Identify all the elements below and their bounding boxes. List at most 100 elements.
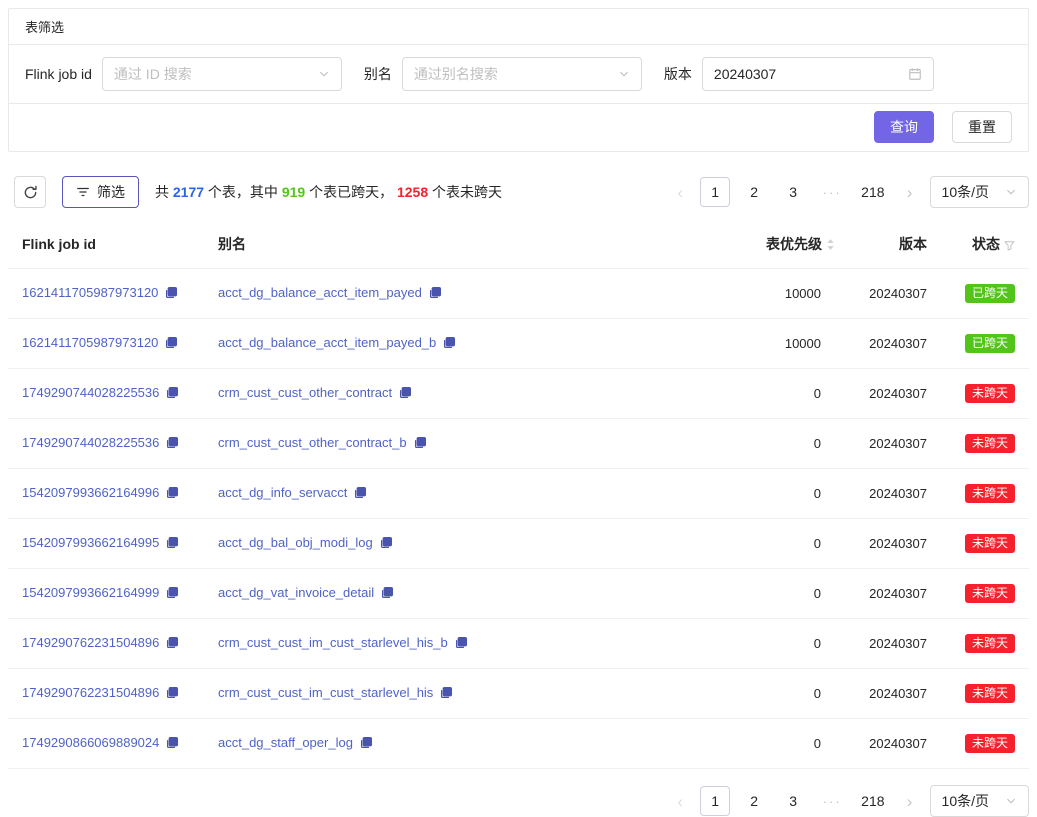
version-field: 版本 20240307 [664,57,934,91]
copy-job-id-button[interactable] [166,486,179,502]
col-header-job-id: Flink job id [8,220,204,269]
summary-text: 共 2177 个表，其中 919 个表已跨天， 1258 个表未跨天 [155,182,502,202]
pagination-page-2[interactable]: 2 [739,177,769,207]
table-row: 1749290762231504896 crm_cust_cust_im_cus… [8,669,1029,719]
copy-icon [166,736,179,749]
alias-select[interactable]: 通过别名搜索 [402,57,642,91]
copy-job-id-button[interactable] [166,736,179,752]
pagination-page-218[interactable]: 218 [856,177,889,207]
job-id-link[interactable]: 1621411705987973120 [22,335,158,350]
pagination-page-2[interactable]: 2 [739,786,769,816]
copy-alias-button[interactable] [399,386,412,402]
pagination-prev-icon[interactable]: ‹ [669,793,691,810]
col-header-priority-label: 表优先级 [766,236,822,252]
priority-cell: 0 [737,419,849,469]
copy-icon [165,336,178,349]
table-row: 1749290744028225536 crm_cust_cust_other_… [8,369,1029,419]
alias-cell: crm_cust_cust_other_contract_b [204,419,737,469]
sort-icon[interactable] [826,238,835,251]
table-row: 1749290762231504896 crm_cust_cust_im_cus… [8,619,1029,669]
priority-cell: 0 [737,369,849,419]
copy-job-id-button[interactable] [166,636,179,652]
alias-link[interactable]: acct_dg_balance_acct_item_payed [218,285,422,300]
job-id-link[interactable]: 1749290762231504896 [22,685,159,700]
copy-alias-button[interactable] [360,736,373,752]
alias-link[interactable]: crm_cust_cust_other_contract_b [218,435,407,450]
alias-link[interactable]: acct_dg_staff_oper_log [218,735,353,750]
alias-cell: crm_cust_cust_im_cust_starlevel_his_b [204,619,737,669]
col-header-job-id-label: Flink job id [22,236,96,252]
page-size-label: 10条/页 [942,791,989,811]
copy-alias-button[interactable] [414,436,427,452]
copy-job-id-button[interactable] [166,586,179,602]
version-cell: 20240307 [849,319,941,369]
copy-icon [166,586,179,599]
copy-job-id-button[interactable] [166,386,179,402]
copy-icon [455,636,468,649]
query-button[interactable]: 查询 [874,111,934,143]
reset-button[interactable]: 重置 [952,111,1012,143]
pagination-page-1[interactable]: 1 [700,786,730,816]
job-id-link[interactable]: 1542097993662164999 [22,585,159,600]
funnel-filter-icon[interactable] [1004,240,1015,251]
copy-job-id-button[interactable] [166,686,179,702]
copy-job-id-button[interactable] [166,536,179,552]
status-badge: 未跨天 [965,534,1015,553]
copy-alias-button[interactable] [443,336,456,352]
copy-alias-button[interactable] [455,636,468,652]
copy-alias-button[interactable] [354,486,367,502]
table-row: 1749290866069889024 acct_dg_staff_oper_l… [8,719,1029,769]
filter-panel-title: 表筛选 [9,9,1028,45]
copy-job-id-button[interactable] [165,336,178,352]
flink-job-id-select[interactable]: 通过 ID 搜索 [102,57,342,91]
alias-link[interactable]: acct_dg_bal_obj_modi_log [218,535,373,550]
copy-alias-button[interactable] [380,536,393,552]
page-size-select[interactable]: 10条/页 [930,785,1029,817]
job-id-link[interactable]: 1542097993662164995 [22,535,159,550]
copy-job-id-button[interactable] [166,436,179,452]
refresh-button[interactable] [14,176,46,208]
copy-alias-button[interactable] [381,586,394,602]
job-id-link[interactable]: 1749290744028225536 [22,385,159,400]
pagination-prev-icon[interactable]: ‹ [669,184,691,201]
pagination-page-3[interactable]: 3 [778,786,808,816]
copy-alias-button[interactable] [440,686,453,702]
col-header-priority[interactable]: 表优先级 [737,220,849,269]
priority-cell: 0 [737,669,849,719]
version-date-input[interactable]: 20240307 [702,57,934,91]
col-header-status[interactable]: 状态 [941,220,1029,269]
priority-cell: 0 [737,719,849,769]
job-id-link[interactable]: 1749290762231504896 [22,635,159,650]
status-badge: 未跨天 [965,384,1015,403]
alias-link[interactable]: crm_cust_cust_im_cust_starlevel_his_b [218,635,448,650]
alias-link[interactable]: acct_dg_balance_acct_item_payed_b [218,335,436,350]
pagination-ellipsis[interactable]: ··· [817,177,847,207]
alias-link[interactable]: acct_dg_info_servacct [218,485,347,500]
pagination-next-icon[interactable]: › [899,184,921,201]
job-id-cell: 1749290866069889024 [8,719,204,769]
job-id-link[interactable]: 1749290744028225536 [22,435,159,450]
top-pagination: ‹ 123 ··· 218 › 10条/页 [669,176,1029,208]
alias-link[interactable]: crm_cust_cust_im_cust_starlevel_his [218,685,433,700]
page-size-select[interactable]: 10条/页 [930,176,1029,208]
copy-job-id-button[interactable] [165,286,178,302]
status-cell: 未跨天 [941,569,1029,619]
status-badge: 未跨天 [965,684,1015,703]
job-id-link[interactable]: 1621411705987973120 [22,285,158,300]
copy-icon [360,736,373,749]
status-cell: 已跨天 [941,269,1029,319]
col-header-status-label: 状态 [972,236,1000,252]
pagination-page-3[interactable]: 3 [778,177,808,207]
job-id-link[interactable]: 1749290866069889024 [22,735,159,750]
job-id-link[interactable]: 1542097993662164996 [22,485,159,500]
copy-alias-button[interactable] [429,286,442,302]
alias-link[interactable]: acct_dg_vat_invoice_detail [218,585,374,600]
filter-button[interactable]: 筛选 [62,176,139,208]
pagination-next-icon[interactable]: › [899,793,921,810]
pagination-page-218[interactable]: 218 [856,786,889,816]
pagination-page-1[interactable]: 1 [700,177,730,207]
alias-cell: acct_dg_staff_oper_log [204,719,737,769]
pagination-ellipsis[interactable]: ··· [817,786,847,816]
uncrossed-count: 1258 [397,184,428,200]
alias-link[interactable]: crm_cust_cust_other_contract [218,385,392,400]
